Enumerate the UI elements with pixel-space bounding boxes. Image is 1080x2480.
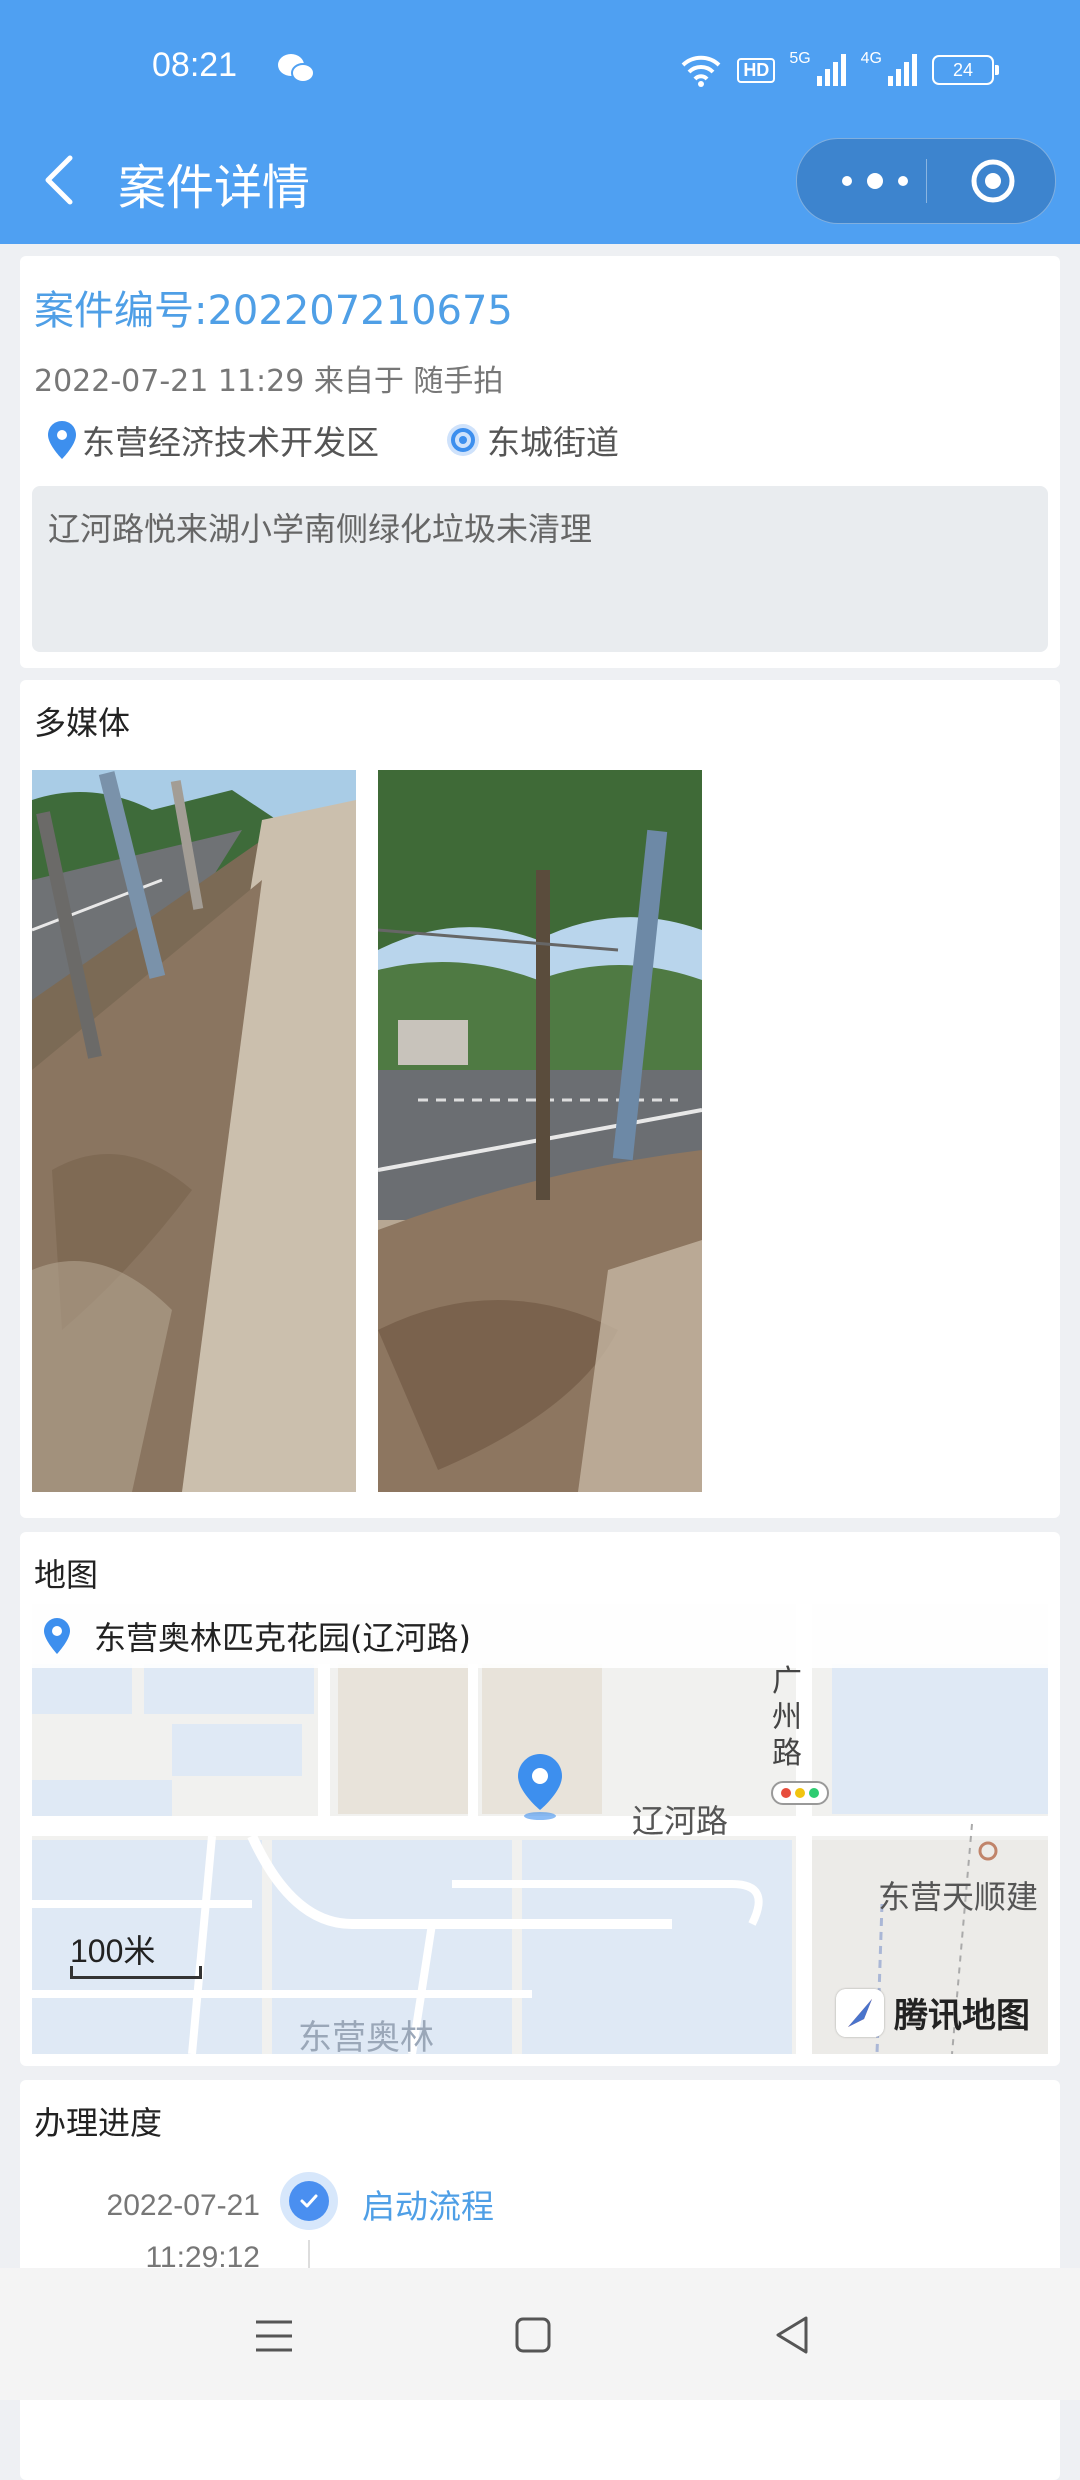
wifi-icon bbox=[681, 55, 721, 87]
location-pin-icon bbox=[48, 421, 76, 459]
status-time: 08:21 bbox=[152, 46, 238, 84]
location-pin-icon bbox=[44, 1618, 70, 1654]
page-title: 案件详情 bbox=[118, 160, 311, 216]
map-poi-label: 东营天顺建 bbox=[878, 1878, 1039, 1916]
progress-section-title: 办理进度 bbox=[34, 2104, 163, 2142]
hd-badge: HD bbox=[737, 57, 776, 83]
tencent-map-brand: 腾讯地图 bbox=[836, 1988, 1030, 2037]
map-area-label: 东营奥林 bbox=[298, 2018, 434, 2054]
map-canvas bbox=[32, 1604, 1048, 2054]
map-section-title: 地图 bbox=[34, 1556, 99, 1594]
map-road-vertical-label: 广州路 bbox=[772, 1664, 802, 1771]
miniprogram-capsule bbox=[796, 138, 1056, 224]
progress-step-label[interactable]: 启动流程 bbox=[362, 2180, 494, 2228]
back-arrow-icon[interactable] bbox=[36, 150, 86, 210]
case-location: 东营经济技术开发区 东城街道 bbox=[48, 416, 619, 464]
capsule-divider bbox=[926, 159, 927, 203]
map-card: 地图 东营奥林匹克花园(辽河路) 广州路 辽河路 东营天顺建 东营奥林 100米… bbox=[20, 1532, 1060, 2066]
progress-step-date: 2022-07-21 bbox=[106, 2189, 260, 2222]
tencent-map-logo bbox=[836, 1988, 884, 2037]
signal-icon bbox=[888, 54, 917, 86]
back-triangle-icon[interactable] bbox=[772, 2314, 812, 2356]
network-5g-label: 5G bbox=[789, 50, 811, 67]
case-number: 案件编号:202207210675 bbox=[34, 288, 513, 334]
case-info-card: 案件编号:202207210675 2022-07-21 11:29 来自于 随… bbox=[20, 256, 1060, 668]
signal-icon bbox=[816, 54, 846, 86]
case-description: 辽河路悦来湖小学南侧绿化垃圾未清理 bbox=[48, 510, 593, 548]
wechat-icon bbox=[278, 54, 315, 83]
street-label: 东城街道 bbox=[487, 423, 619, 462]
case-photo[interactable] bbox=[378, 770, 702, 1492]
case-meta: 2022-07-21 11:29 来自于 随手拍 bbox=[34, 364, 504, 399]
target-location-icon bbox=[447, 424, 479, 456]
check-icon bbox=[300, 2194, 318, 2208]
battery-icon: 24 bbox=[932, 55, 999, 85]
title-bar: 08:21 HD 5G 4G 24 案件详情 bbox=[0, 0, 1080, 244]
tencent-map-label: 腾讯地图 bbox=[894, 1996, 1030, 2036]
media-card: 多媒体 bbox=[20, 680, 1060, 1518]
home-icon[interactable] bbox=[514, 2316, 552, 2354]
district-label: 东营经济技术开发区 bbox=[82, 423, 379, 462]
map-road-label: 辽河路 bbox=[632, 1802, 729, 1840]
menu-icon[interactable] bbox=[254, 2316, 294, 2356]
system-nav-bar bbox=[0, 2268, 1080, 2400]
network-4g-label: 4G bbox=[860, 50, 882, 67]
map-location-bar: 东营奥林匹克花园(辽河路) bbox=[32, 1604, 1048, 1668]
map-location-name: 东营奥林匹克花园(辽河路) bbox=[94, 1619, 471, 1657]
close-miniprogram-icon[interactable] bbox=[969, 157, 1017, 205]
case-description-box: 辽河路悦来湖小学南侧绿化垃圾未清理 bbox=[32, 486, 1048, 652]
battery-level: 24 bbox=[952, 59, 974, 80]
map-scale-bar bbox=[70, 1966, 202, 1979]
progress-step-marker bbox=[280, 2172, 338, 2230]
map-view[interactable]: 东营奥林匹克花园(辽河路) 广州路 辽河路 东营天顺建 东营奥林 100米 腾讯… bbox=[32, 1604, 1048, 2054]
media-section-title: 多媒体 bbox=[34, 704, 131, 742]
status-icons: HD 5G 4G 24 bbox=[679, 50, 999, 90]
case-photo[interactable] bbox=[32, 770, 356, 1492]
more-icon[interactable] bbox=[833, 167, 917, 195]
